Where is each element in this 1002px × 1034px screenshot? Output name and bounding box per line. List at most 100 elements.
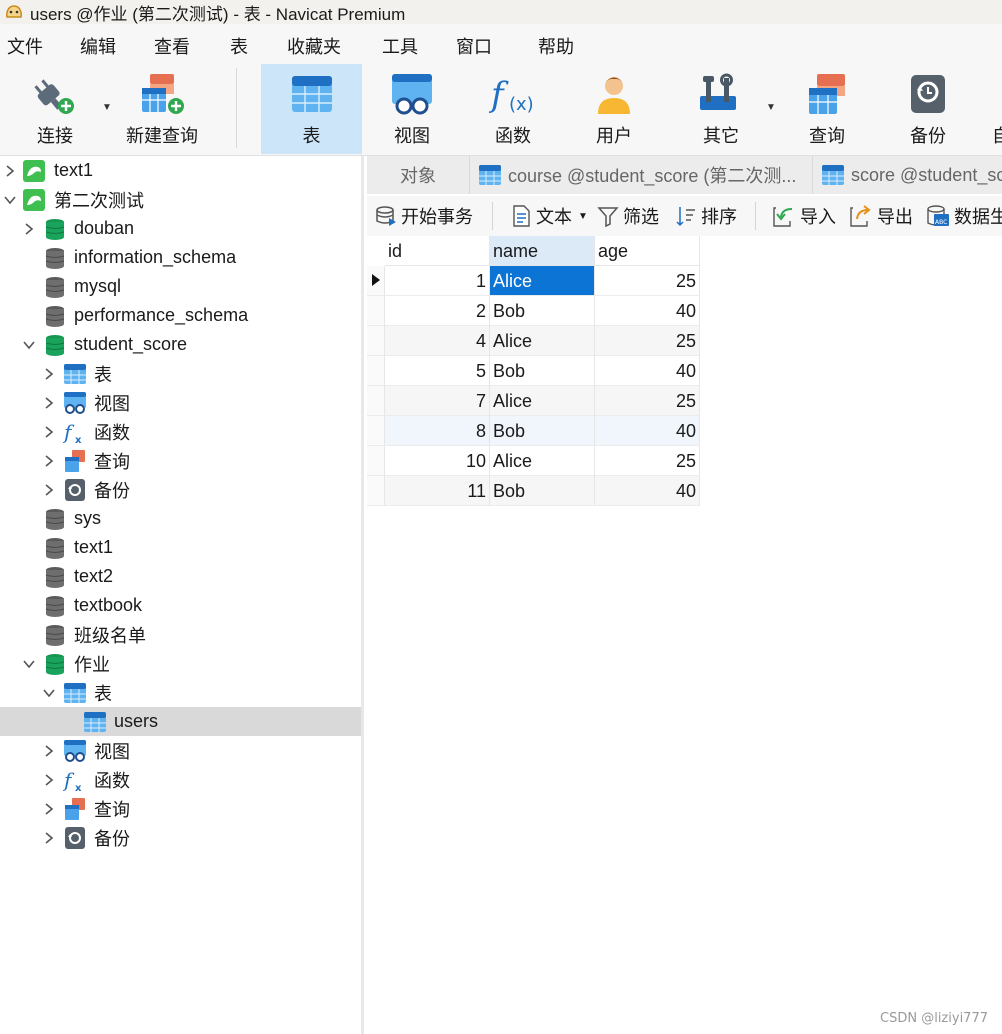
new-query-button[interactable]: 新建查询 [112,64,212,154]
menu-file[interactable]: 文件 [7,33,43,59]
data-generate-button[interactable]: ABC 数据生 [926,204,1002,228]
tree-ss-tables[interactable]: 表 [0,359,361,388]
tree-connection-text1[interactable]: text1 [0,156,361,185]
cell-name[interactable]: Bob [490,476,595,506]
chevron-right-icon[interactable] [42,802,56,816]
tree-table-users[interactable]: users [0,707,361,736]
column-header-id[interactable]: id [385,236,490,266]
cell-name[interactable]: Bob [490,356,595,386]
cell-id[interactable]: 5 [385,356,490,386]
tree-ss-queries[interactable]: 查询 [0,446,361,475]
tree-db-homework[interactable]: 作业 [0,649,361,678]
chevron-right-icon[interactable] [42,425,56,439]
menu-view[interactable]: 查看 [154,33,190,59]
column-header-name[interactable]: name [490,236,595,266]
cell-age[interactable]: 40 [595,476,700,506]
backup-button[interactable]: 备份 [878,64,978,154]
tree-hw-tables[interactable]: 表 [0,678,361,707]
tree-hw-queries[interactable]: 查询 [0,794,361,823]
cell-id[interactable]: 10 [385,446,490,476]
chevron-right-icon[interactable] [42,483,56,497]
chevron-down-icon[interactable] [22,657,36,671]
other-dropdown-icon[interactable]: ▼ [766,102,776,113]
tree-ss-backups[interactable]: 备份 [0,475,361,504]
cell-name[interactable]: Alice [490,266,595,296]
tree-db-information-schema[interactable]: information_schema [0,243,361,272]
menu-help[interactable]: 帮助 [538,33,574,59]
column-header-age[interactable]: age [595,236,700,266]
text-view-dropdown-icon[interactable]: ▼ [578,211,588,222]
cell-name[interactable]: Bob [490,296,595,326]
cell-name[interactable]: Alice [490,386,595,416]
menu-edit[interactable]: 编辑 [80,33,116,59]
cell-id[interactable]: 2 [385,296,490,326]
table-button[interactable]: 表 [261,64,362,154]
tree-hw-views[interactable]: 视图 [0,736,361,765]
tree-db-douban[interactable]: douban [0,214,361,243]
begin-transaction-button[interactable]: 开始事务 [375,204,473,228]
row-selector[interactable] [367,386,385,416]
row-selector[interactable] [367,356,385,386]
cell-age[interactable]: 40 [595,356,700,386]
cell-age[interactable]: 25 [595,266,700,296]
row-selector[interactable] [367,416,385,446]
row-selector[interactable] [367,476,385,506]
chevron-down-icon[interactable] [3,193,17,207]
tab-objects[interactable]: 对象 [367,156,470,194]
tree-db-student-score[interactable]: student_score [0,330,361,359]
row-selector[interactable] [367,326,385,356]
other-button[interactable]: ▼ 其它 [666,64,776,154]
text-view-button[interactable]: 文本 ▼ [510,204,588,228]
cell-age[interactable]: 25 [595,326,700,356]
query-button[interactable]: 查询 [776,64,878,154]
chevron-down-icon[interactable] [42,686,56,700]
sort-button[interactable]: 排序 [675,204,737,228]
function-button[interactable]: f (x) 函数 [462,64,564,154]
chevron-right-icon[interactable] [3,164,17,178]
cell-id[interactable]: 11 [385,476,490,506]
cell-age[interactable]: 40 [595,296,700,326]
tree-db-sys[interactable]: sys [0,504,361,533]
chevron-right-icon[interactable] [42,396,56,410]
menu-window[interactable]: 窗口 [456,33,492,59]
cell-id[interactable]: 4 [385,326,490,356]
export-button[interactable]: 导出 [849,204,913,228]
tree-db-performance-schema[interactable]: performance_schema [0,301,361,330]
chevron-right-icon[interactable] [42,454,56,468]
tree-hw-functions[interactable]: fx 函数 [0,765,361,794]
cell-age[interactable]: 25 [595,446,700,476]
user-button[interactable]: 用户 [564,64,664,154]
view-button[interactable]: 视图 [362,64,462,154]
connect-dropdown-icon[interactable]: ▼ [102,102,112,113]
tree-ss-functions[interactable]: fx 函数 [0,417,361,446]
tree-db-text2[interactable]: text2 [0,562,361,591]
cell-id[interactable]: 8 [385,416,490,446]
import-button[interactable]: 导入 [772,204,836,228]
chevron-right-icon[interactable] [22,222,36,236]
row-selector[interactable] [367,266,385,296]
cell-id[interactable]: 1 [385,266,490,296]
tree-db-mysql[interactable]: mysql [0,272,361,301]
chevron-right-icon[interactable] [42,831,56,845]
tree-hw-backups[interactable]: 备份 [0,823,361,852]
menu-table[interactable]: 表 [230,33,248,59]
tree-db-textbook[interactable]: textbook [0,591,361,620]
tab-score[interactable]: score @student_sc [813,156,1002,194]
cell-name[interactable]: Alice [490,446,595,476]
cell-age[interactable]: 25 [595,386,700,416]
cell-age[interactable]: 40 [595,416,700,446]
connect-button[interactable]: ▼ 连接 [4,64,114,154]
chevron-right-icon[interactable] [42,773,56,787]
filter-button[interactable]: 筛选 [597,204,659,228]
tree-ss-views[interactable]: 视图 [0,388,361,417]
cell-name[interactable]: Alice [490,326,595,356]
cell-id[interactable]: 7 [385,386,490,416]
tab-course[interactable]: course @student_score (第二次测... [470,156,813,194]
row-selector[interactable] [367,446,385,476]
auto-run-button[interactable]: 自 [978,64,1002,154]
menu-favorites[interactable]: 收藏夹 [287,33,341,59]
menu-tools[interactable]: 工具 [382,33,418,59]
cell-name[interactable]: Bob [490,416,595,446]
tree-connection-second-test[interactable]: 第二次测试 [0,185,361,214]
chevron-right-icon[interactable] [42,367,56,381]
